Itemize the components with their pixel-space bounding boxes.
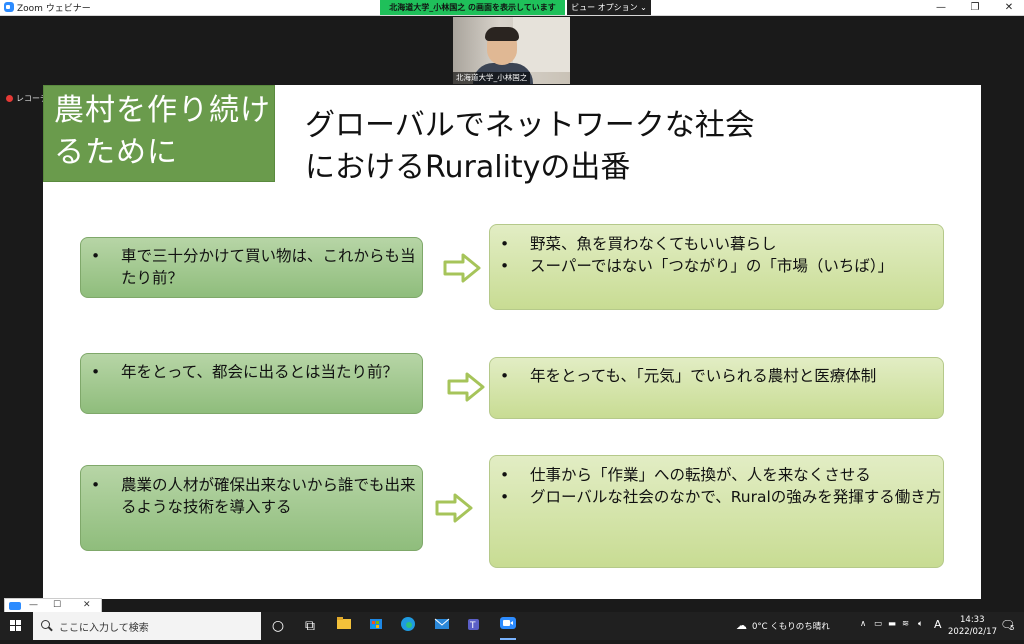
task-view-icon[interactable]: ⧉ [296,616,324,636]
close-button[interactable]: ✕ [992,0,1024,15]
search-icon [41,620,50,629]
right-box-3-item-2: グローバルな社会のなかで、Ruralの強みを発揮する働き方 [490,486,943,508]
battery-icon[interactable]: ▬ [888,619,896,629]
slide-title-box: 農村を作り続けるために [43,85,275,182]
window-titlebar: Zoom ウェビナー 北海道大学_小林国之 の画面を表示しています ビュー オプ… [0,0,1024,16]
system-tray: ☁ 0°C くもりのち晴れ ∧ ▭ ▬ ≋ 🔈︎ A 14:33 2022/02… [724,612,1024,640]
video-background-shelf [513,17,570,72]
store-icon[interactable] [362,616,390,636]
right-box-2: 年をとっても、「元気」でいられる農村と医療体制 [489,357,944,419]
left-box-3: 農業の人材が確保出来ないから誰でも出来るような技術を導入する [80,465,423,551]
search-placeholder: ここに入力して検索 [59,623,149,634]
volume-icon[interactable]: 🔈︎ [918,619,923,629]
mini-close-button[interactable]: ✕ [83,600,91,610]
weather-text[interactable]: 0°C くもりのち晴れ [752,620,830,632]
zoom-taskbar-icon[interactable] [494,616,522,640]
windows-logo-icon [10,620,21,631]
clock-date[interactable]: 2022/02/17 [948,627,997,637]
left-box-2: 年をとって、都会に出るとは当たり前？ [80,353,423,414]
wifi-icon[interactable]: ≋ [902,619,909,629]
participant-video-tile[interactable]: 北海道大学_小林国之 [453,17,570,84]
right-box-3-item-1: 仕事から「作業」への転換が、人を来なくさせる [490,464,943,486]
view-options-button[interactable]: ビュー オプション ⌄ [567,0,651,15]
right-arrow-icon [435,493,473,523]
mini-maximize-button[interactable]: ☐ [53,600,61,610]
participant-hair [485,27,519,41]
mini-minimize-button[interactable]: — [29,600,38,610]
record-dot-icon [6,95,13,102]
file-explorer-icon[interactable] [330,616,358,636]
svg-text:T: T [469,621,476,631]
mail-icon[interactable] [428,616,456,636]
taskbar-search-box[interactable]: ここに入力して検索 [33,612,261,640]
edge-browser-icon[interactable] [394,616,422,636]
right-box-3: 仕事から「作業」への転換が、人を来なくさせる グローバルな社会のなかで、Rura… [489,455,944,568]
teams-icon[interactable]: T [460,616,488,636]
participant-name-label: 北海道大学_小林国之 [453,72,531,84]
slide-title-box-text: 農村を作り続けるために [54,93,271,170]
restore-button[interactable]: ❐ [958,0,992,15]
start-button[interactable] [0,612,32,640]
left-box-1-item: 車で三十分かけて買い物は、これからも当たり前？ [81,245,422,289]
network-icon[interactable]: ▭ [874,619,882,629]
left-box-1: 車で三十分かけて買い物は、これからも当たり前？ [80,237,423,298]
ime-indicator[interactable]: A [934,618,942,631]
cortana-icon[interactable]: ○ [264,616,292,636]
zoom-mini-icon [9,602,21,610]
left-box-3-item: 農業の人材が確保出来ないから誰でも出来るような技術を導入する [81,474,422,518]
chevron-up-icon[interactable]: ∧ [860,619,866,629]
right-arrow-icon [443,253,481,283]
minimize-button[interactable]: — [924,0,958,15]
shared-slide: 農村を作り続けるために グローバルでネットワークな社会 におけるRurality… [43,85,981,599]
window-title: Zoom ウェビナー [17,4,91,14]
right-box-2-item: 年をとっても、「元気」でいられる農村と医療体制 [490,365,943,387]
right-box-1: 野菜、魚を買わなくてもいい暮らし スーパーではない「つながり」の「市場（いちば）… [489,224,944,310]
right-arrow-icon [447,372,485,402]
notification-count: 5 [1010,624,1015,632]
slide-title: グローバルでネットワークな社会 におけるRuralityの出番 [305,108,755,185]
right-box-1-item-1: 野菜、魚を買わなくてもいい暮らし [490,233,943,255]
cloud-weather-icon[interactable]: ☁ [736,619,747,632]
windows-taskbar: ここに入力して検索 ○ ⧉ T ☁ 0°C くもりのち晴れ ∧ ▭ ▬ ≋ 🔈︎… [0,612,1024,640]
clock-time[interactable]: 14:33 [960,615,985,625]
screen-share-banner: 北海道大学_小林国之 の画面を表示しています [380,0,565,15]
right-box-1-item-2: スーパーではない「つながり」の「市場（いちば）」 [490,255,943,277]
zoom-app-icon [4,2,14,12]
left-box-2-item: 年をとって、都会に出るとは当たり前？ [81,361,422,383]
